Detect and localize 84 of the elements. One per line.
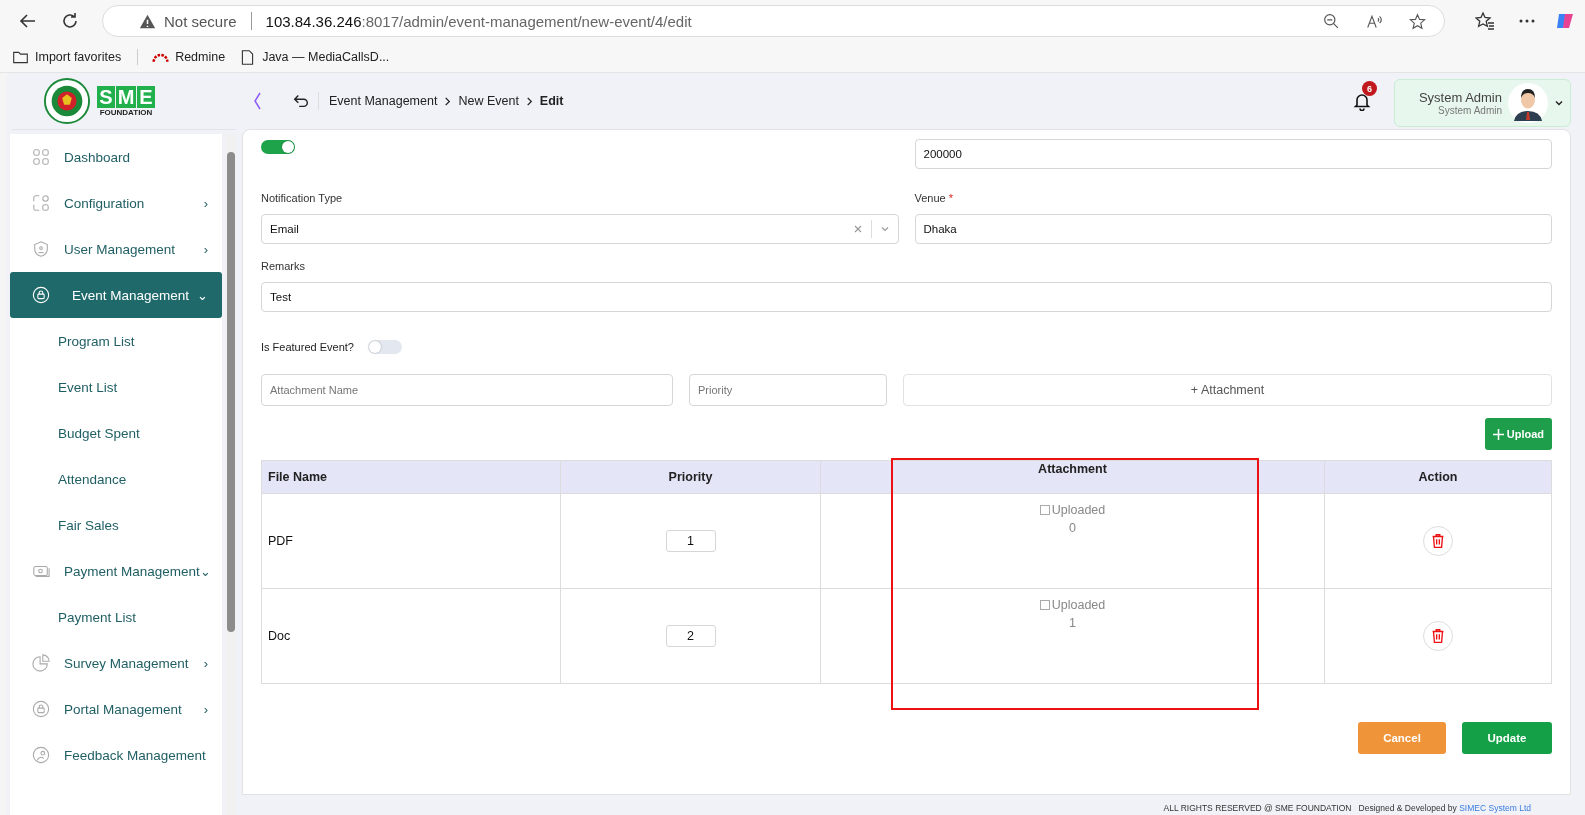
chevron-icon: › bbox=[203, 656, 208, 670]
input-field[interactable]: Attachment Name bbox=[261, 374, 673, 406]
column-header: Attachment bbox=[820, 460, 1325, 494]
address-bar[interactable]: Not secure 103.84.36.246:8017/admin/event-management/new-event/4/edit bbox=[102, 5, 1445, 37]
reload-icon[interactable] bbox=[60, 11, 80, 31]
table-cell: Doc bbox=[261, 588, 561, 684]
sidebar-item[interactable]: Payment Management⌄ bbox=[10, 548, 222, 594]
sidebar-item[interactable]: Attendance bbox=[10, 456, 222, 502]
sidebar-item[interactable]: Event Management ⌄ bbox=[10, 272, 222, 318]
chevron-icon: ⌄ bbox=[197, 288, 209, 302]
copilot-icon[interactable] bbox=[1555, 11, 1575, 31]
sidebar-item[interactable]: Event List bbox=[10, 364, 222, 410]
collapse-icon[interactable] bbox=[252, 91, 262, 111]
shapes-icon bbox=[32, 194, 50, 212]
clear-icon[interactable] bbox=[852, 224, 863, 234]
sidebar-item[interactable]: Fair Sales bbox=[10, 502, 222, 548]
undo-icon[interactable] bbox=[292, 92, 319, 110]
column-header: Action bbox=[1324, 460, 1552, 494]
sidebar-item[interactable]: Survey Management › bbox=[10, 640, 222, 686]
favorites-icon[interactable] bbox=[1475, 11, 1495, 31]
sidebar-item[interactable]: Payment List bbox=[10, 594, 222, 640]
breadcrumb-item: Edit bbox=[539, 94, 564, 108]
number-field[interactable]: 2 bbox=[665, 625, 716, 647]
table-cell: 1 bbox=[1069, 616, 1076, 630]
input-field[interactable]: Test bbox=[261, 282, 1552, 312]
sidebar-item[interactable]: Feedback Management bbox=[10, 732, 222, 778]
delete-button[interactable] bbox=[1423, 621, 1453, 651]
person-icon bbox=[32, 746, 50, 764]
sidebar-item[interactable]: Dashboard bbox=[10, 134, 222, 180]
footer-text: ALL RIGHTS RESERVED @ SME FOUNDATION Designed & Developed by SIMEC System Ltd bbox=[1162, 802, 1532, 815]
bell-icon[interactable] bbox=[1351, 91, 1372, 111]
select-field[interactable]: Email bbox=[261, 214, 899, 244]
avatar bbox=[1508, 83, 1548, 123]
breadcrumb-item[interactable]: Event Management bbox=[329, 94, 438, 108]
attachment-button[interactable]: + Attachment bbox=[903, 374, 1552, 406]
emblem-icon bbox=[43, 77, 92, 125]
sidebar-item[interactable]: Portal Management › bbox=[10, 686, 222, 732]
chevron-icon: › bbox=[203, 702, 208, 716]
plus-icon bbox=[1492, 428, 1504, 440]
field-label: Remarks bbox=[261, 260, 306, 274]
sidebar-item[interactable]: Budget Spent bbox=[10, 410, 222, 456]
input-field[interactable]: Priority bbox=[689, 374, 887, 406]
user-menu[interactable]: System Admin System Admin bbox=[1393, 79, 1571, 127]
lock-icon bbox=[32, 700, 50, 718]
notification-count: 6 bbox=[1361, 81, 1377, 96]
grid-icon bbox=[32, 148, 50, 166]
sidebar-item[interactable]: Program List bbox=[10, 318, 222, 364]
field-label: Venue * bbox=[914, 192, 954, 206]
chevron-icon: ⌄ bbox=[199, 564, 211, 578]
bookmark[interactable]: Import favorites bbox=[12, 48, 139, 66]
logo: S M E FOUNDATION bbox=[97, 85, 155, 117]
chevron-icon: › bbox=[203, 196, 208, 210]
field-label: Notification Type bbox=[261, 192, 344, 206]
chevron-icon: › bbox=[203, 242, 208, 256]
delete-button[interactable] bbox=[1423, 526, 1453, 556]
number-field[interactable]: 1 bbox=[665, 530, 716, 552]
footer-link[interactable]: SIMEC System Ltd bbox=[1459, 803, 1531, 813]
breadcrumb-item[interactable]: New Event bbox=[458, 94, 519, 108]
shield-icon bbox=[32, 240, 50, 258]
scrollbar[interactable] bbox=[226, 134, 236, 815]
toggle-switch[interactable] bbox=[367, 340, 402, 354]
chevron-down-icon bbox=[1554, 98, 1564, 108]
pie-icon bbox=[32, 654, 50, 672]
broken-image: Uploaded bbox=[1039, 503, 1106, 517]
lock-icon bbox=[32, 286, 50, 304]
toggle-switch[interactable] bbox=[261, 140, 295, 154]
zoom-out-icon[interactable] bbox=[1323, 12, 1340, 30]
chevron-right-icon bbox=[443, 96, 453, 106]
field-label: Is Featured Event? bbox=[261, 341, 354, 353]
bookmark[interactable]: Java — MediaCallsD... bbox=[239, 48, 390, 66]
input-field[interactable]: 200000 bbox=[914, 139, 1552, 169]
chevron-right-icon bbox=[524, 96, 534, 106]
table-cell: PDF bbox=[261, 493, 561, 589]
table-cell: 0 bbox=[1069, 521, 1076, 535]
sidebar-item[interactable]: Configuration › bbox=[10, 180, 222, 226]
required-mark: * bbox=[948, 192, 953, 204]
bookmark[interactable]: Redmine bbox=[152, 48, 226, 66]
input-field[interactable]: Dhaka bbox=[914, 214, 1552, 244]
warning-icon bbox=[139, 12, 156, 30]
column-header: File Name bbox=[261, 460, 561, 494]
star-icon[interactable] bbox=[1409, 12, 1426, 30]
column-header: Priority bbox=[560, 460, 821, 494]
broken-image: Uploaded bbox=[1039, 598, 1106, 612]
sidebar-item[interactable]: User Management › bbox=[10, 226, 222, 272]
